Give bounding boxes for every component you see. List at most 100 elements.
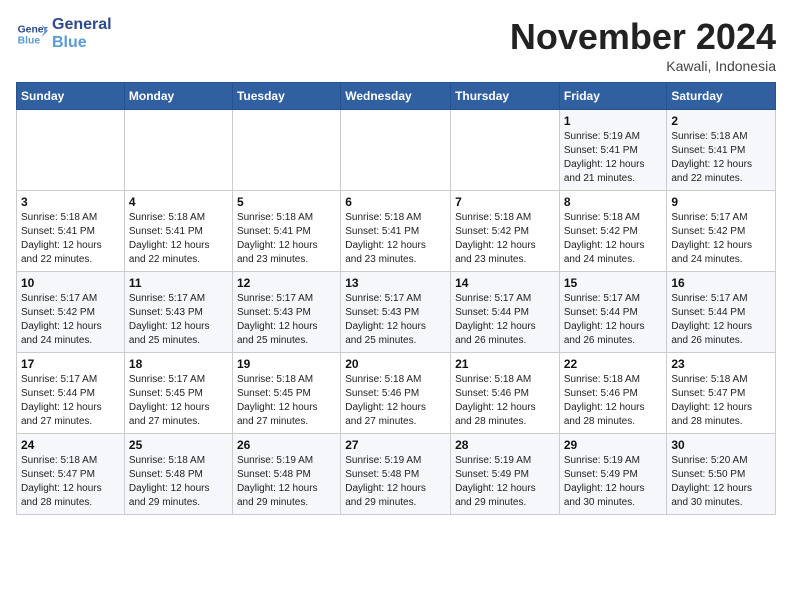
day-cell <box>451 110 560 191</box>
page-header: General Blue General Blue November 2024 … <box>16 16 776 74</box>
day-number: 15 <box>564 276 663 290</box>
day-number: 21 <box>455 357 555 371</box>
day-info: Sunrise: 5:17 AM Sunset: 5:42 PM Dayligh… <box>671 211 771 267</box>
day-info: Sunrise: 5:17 AM Sunset: 5:43 PM Dayligh… <box>237 292 336 348</box>
day-cell: 10Sunrise: 5:17 AM Sunset: 5:42 PM Dayli… <box>17 272 125 353</box>
day-number: 17 <box>21 357 120 371</box>
day-cell: 27 Sunrise: 5:19 AM Sunset: 5:48 PM Dayli… <box>341 434 451 515</box>
day-number: 5 <box>237 195 336 209</box>
day-cell: 24 Sunrise: 5:18 AM Sunset: 5:47 PM Dayli… <box>17 434 125 515</box>
day-number: 26 <box>237 438 336 452</box>
day-info: Sunrise: 5:19 AM Sunset: 5:49 PM Dayligh… <box>564 454 663 510</box>
day-info: Sunrise: 5:18 AM Sunset: 5:42 PM Dayligh… <box>564 211 663 267</box>
day-info: Sunrise: 5:18 AM Sunset: 5:47 PM Dayligh… <box>671 373 771 429</box>
week-row-2: 10Sunrise: 5:17 AM Sunset: 5:42 PM Dayli… <box>17 272 776 353</box>
day-info: Sunrise: 5:18 AM Sunset: 5:41 PM Dayligh… <box>129 211 228 267</box>
calendar-table: SundayMondayTuesdayWednesdayThursdayFrid… <box>16 82 776 515</box>
week-row-3: 17 Sunrise: 5:17 AM Sunset: 5:44 PM Dayli… <box>17 353 776 434</box>
day-cell: 11Sunrise: 5:17 AM Sunset: 5:43 PM Dayli… <box>124 272 232 353</box>
day-cell: 3 Sunrise: 5:18 AM Sunset: 5:41 PM Daylig… <box>17 191 125 272</box>
day-number: 29 <box>564 438 663 452</box>
day-number: 2 <box>671 114 771 128</box>
day-number: 19 <box>237 357 336 371</box>
day-info: Sunrise: 5:17 AM Sunset: 5:45 PM Dayligh… <box>129 373 228 429</box>
day-info: Sunrise: 5:17 AM Sunset: 5:44 PM Dayligh… <box>671 292 771 348</box>
day-cell: 28 Sunrise: 5:19 AM Sunset: 5:49 PM Dayli… <box>451 434 560 515</box>
day-cell: 15 Sunrise: 5:17 AM Sunset: 5:44 PM Dayli… <box>559 272 667 353</box>
day-info: Sunrise: 5:18 AM Sunset: 5:41 PM Dayligh… <box>671 130 771 186</box>
day-info: Sunrise: 5:18 AM Sunset: 5:41 PM Dayligh… <box>345 211 446 267</box>
day-info: Sunrise: 5:18 AM Sunset: 5:45 PM Dayligh… <box>237 373 336 429</box>
day-number: 23 <box>671 357 771 371</box>
day-cell: 29 Sunrise: 5:19 AM Sunset: 5:49 PM Dayli… <box>559 434 667 515</box>
day-number: 13 <box>345 276 446 290</box>
logo: General Blue General Blue <box>16 16 112 51</box>
day-cell <box>232 110 340 191</box>
day-header-tuesday: Tuesday <box>232 83 340 110</box>
day-info: Sunrise: 5:18 AM Sunset: 5:46 PM Dayligh… <box>564 373 663 429</box>
day-info: Sunrise: 5:18 AM Sunset: 5:48 PM Dayligh… <box>129 454 228 510</box>
day-cell: 18 Sunrise: 5:17 AM Sunset: 5:45 PM Dayli… <box>124 353 232 434</box>
day-cell: 23 Sunrise: 5:18 AM Sunset: 5:47 PM Dayli… <box>667 353 776 434</box>
day-info: Sunrise: 5:19 AM Sunset: 5:49 PM Dayligh… <box>455 454 555 510</box>
day-header-wednesday: Wednesday <box>341 83 451 110</box>
svg-text:Blue: Blue <box>18 35 41 46</box>
day-header-monday: Monday <box>124 83 232 110</box>
week-row-0: 1Sunrise: 5:19 AM Sunset: 5:41 PM Daylig… <box>17 110 776 191</box>
day-header-thursday: Thursday <box>451 83 560 110</box>
day-info: Sunrise: 5:17 AM Sunset: 5:43 PM Dayligh… <box>345 292 446 348</box>
day-number: 16 <box>671 276 771 290</box>
day-number: 12 <box>237 276 336 290</box>
day-number: 9 <box>671 195 771 209</box>
day-info: Sunrise: 5:18 AM Sunset: 5:46 PM Dayligh… <box>455 373 555 429</box>
day-info: Sunrise: 5:18 AM Sunset: 5:42 PM Dayligh… <box>455 211 555 267</box>
title-block: November 2024 Kawali, Indonesia <box>510 16 776 74</box>
logo-icon: General Blue <box>16 18 48 50</box>
day-cell: 7 Sunrise: 5:18 AM Sunset: 5:42 PM Daylig… <box>451 191 560 272</box>
day-cell: 1Sunrise: 5:19 AM Sunset: 5:41 PM Daylig… <box>559 110 667 191</box>
week-row-4: 24 Sunrise: 5:18 AM Sunset: 5:47 PM Dayli… <box>17 434 776 515</box>
day-cell <box>341 110 451 191</box>
day-number: 10 <box>21 276 120 290</box>
day-cell: 21 Sunrise: 5:18 AM Sunset: 5:46 PM Dayli… <box>451 353 560 434</box>
logo-line1: General <box>52 16 112 34</box>
day-cell: 22Sunrise: 5:18 AM Sunset: 5:46 PM Dayli… <box>559 353 667 434</box>
day-cell: 16 Sunrise: 5:17 AM Sunset: 5:44 PM Dayli… <box>667 272 776 353</box>
day-number: 7 <box>455 195 555 209</box>
day-number: 14 <box>455 276 555 290</box>
day-info: Sunrise: 5:19 AM Sunset: 5:48 PM Dayligh… <box>345 454 446 510</box>
location: Kawali, Indonesia <box>510 58 776 74</box>
day-cell: 19 Sunrise: 5:18 AM Sunset: 5:45 PM Dayli… <box>232 353 340 434</box>
day-info: Sunrise: 5:17 AM Sunset: 5:44 PM Dayligh… <box>455 292 555 348</box>
day-header-sunday: Sunday <box>17 83 125 110</box>
day-number: 3 <box>21 195 120 209</box>
day-number: 24 <box>21 438 120 452</box>
day-number: 18 <box>129 357 228 371</box>
day-info: Sunrise: 5:19 AM Sunset: 5:48 PM Dayligh… <box>237 454 336 510</box>
day-number: 1 <box>564 114 663 128</box>
day-number: 27 <box>345 438 446 452</box>
day-info: Sunrise: 5:18 AM Sunset: 5:41 PM Dayligh… <box>21 211 120 267</box>
day-cell: 13 Sunrise: 5:17 AM Sunset: 5:43 PM Dayli… <box>341 272 451 353</box>
day-cell: 12 Sunrise: 5:17 AM Sunset: 5:43 PM Dayli… <box>232 272 340 353</box>
month-title: November 2024 <box>510 16 776 58</box>
day-info: Sunrise: 5:17 AM Sunset: 5:44 PM Dayligh… <box>564 292 663 348</box>
day-number: 11 <box>129 276 228 290</box>
day-number: 4 <box>129 195 228 209</box>
day-cell: 20Sunrise: 5:18 AM Sunset: 5:46 PM Dayli… <box>341 353 451 434</box>
day-cell: 4 Sunrise: 5:18 AM Sunset: 5:41 PM Daylig… <box>124 191 232 272</box>
day-cell: 5 Sunrise: 5:18 AM Sunset: 5:41 PM Daylig… <box>232 191 340 272</box>
logo-line2: Blue <box>52 34 112 52</box>
day-info: Sunrise: 5:17 AM Sunset: 5:44 PM Dayligh… <box>21 373 120 429</box>
day-cell: 17 Sunrise: 5:17 AM Sunset: 5:44 PM Dayli… <box>17 353 125 434</box>
day-info: Sunrise: 5:18 AM Sunset: 5:46 PM Dayligh… <box>345 373 446 429</box>
day-cell: 2 Sunrise: 5:18 AM Sunset: 5:41 PM Daylig… <box>667 110 776 191</box>
day-cell <box>17 110 125 191</box>
day-cell: 6Sunrise: 5:18 AM Sunset: 5:41 PM Daylig… <box>341 191 451 272</box>
day-cell: 8Sunrise: 5:18 AM Sunset: 5:42 PM Daylig… <box>559 191 667 272</box>
day-number: 28 <box>455 438 555 452</box>
day-cell: 14 Sunrise: 5:17 AM Sunset: 5:44 PM Dayli… <box>451 272 560 353</box>
day-info: Sunrise: 5:18 AM Sunset: 5:47 PM Dayligh… <box>21 454 120 510</box>
day-info: Sunrise: 5:18 AM Sunset: 5:41 PM Dayligh… <box>237 211 336 267</box>
day-header-friday: Friday <box>559 83 667 110</box>
